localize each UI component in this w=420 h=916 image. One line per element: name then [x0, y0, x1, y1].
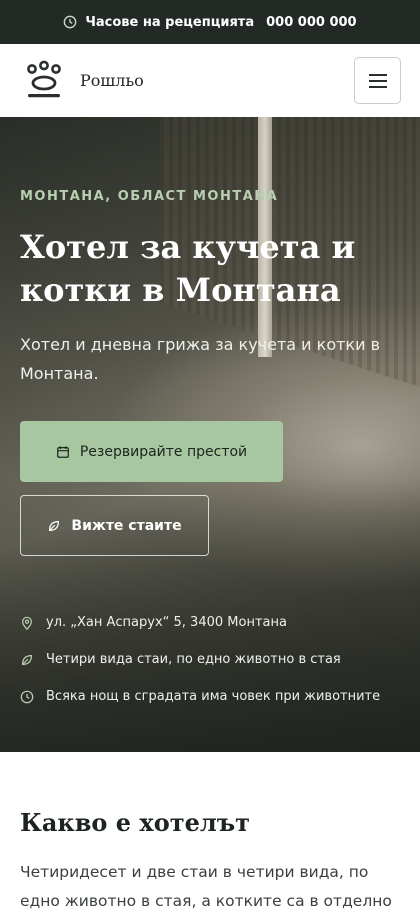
leaf-icon	[22, 654, 32, 665]
reception-hours-bar: Часове на рецепцията 000 000 000	[0, 0, 420, 44]
fact-overnight-care: Всяка нощ в сградата има човек при живот…	[20, 678, 410, 715]
clock-icon	[20, 690, 34, 703]
view-rooms-label: Вижте стаите	[71, 517, 182, 534]
brand-name[interactable]: Рошльо	[80, 71, 144, 90]
hero-facts-list: ул. „Хан Аспарух“ 5, 3400 Монтана Четири…	[20, 604, 410, 715]
about-section-text: Четиридесет и две стаи в четири вида, по…	[20, 863, 392, 910]
fact-overnight-care-text: Всяка нощ в сградата има човек при живот…	[46, 689, 381, 704]
about-section-title: Какво е хотелът	[20, 808, 251, 837]
paw-icon[interactable]	[24, 60, 64, 100]
calendar-icon	[56, 445, 69, 458]
fact-address-text: ул. „Хан Аспарух“ 5, 3400 Монтана	[46, 615, 287, 630]
map-pin-icon	[22, 616, 32, 630]
hero-subtitle: Хотел и дневна грижа за кучета и котки в…	[20, 335, 380, 383]
book-stay-button[interactable]: Резервирайте престой	[20, 421, 283, 482]
clock-icon	[64, 15, 77, 29]
reception-phone-link[interactable]: 000 000 000	[266, 15, 356, 30]
fact-rooms-text: Четири вида стаи, по едно животно в стая	[46, 652, 341, 667]
hero-location-eyebrow: МОНТАНА, ОБЛАСТ МОНТАНА	[20, 189, 279, 204]
hero-title: Хотел за кучета и котки в Монтана	[20, 228, 356, 309]
hamburger-icon	[368, 72, 387, 90]
reception-hours-label: Часове на рецепцията	[85, 14, 255, 30]
menu-toggle-button[interactable]	[354, 57, 401, 104]
site-header: Рошльо	[0, 44, 420, 117]
book-stay-label: Резервирайте престой	[79, 443, 248, 460]
leaf-icon	[49, 520, 60, 531]
fact-address: ул. „Хан Аспарух“ 5, 3400 Монтана	[20, 604, 410, 641]
fact-rooms: Четири вида стаи, по едно животно в стая	[20, 641, 410, 678]
view-rooms-button[interactable]: Вижте стаите	[20, 495, 209, 556]
